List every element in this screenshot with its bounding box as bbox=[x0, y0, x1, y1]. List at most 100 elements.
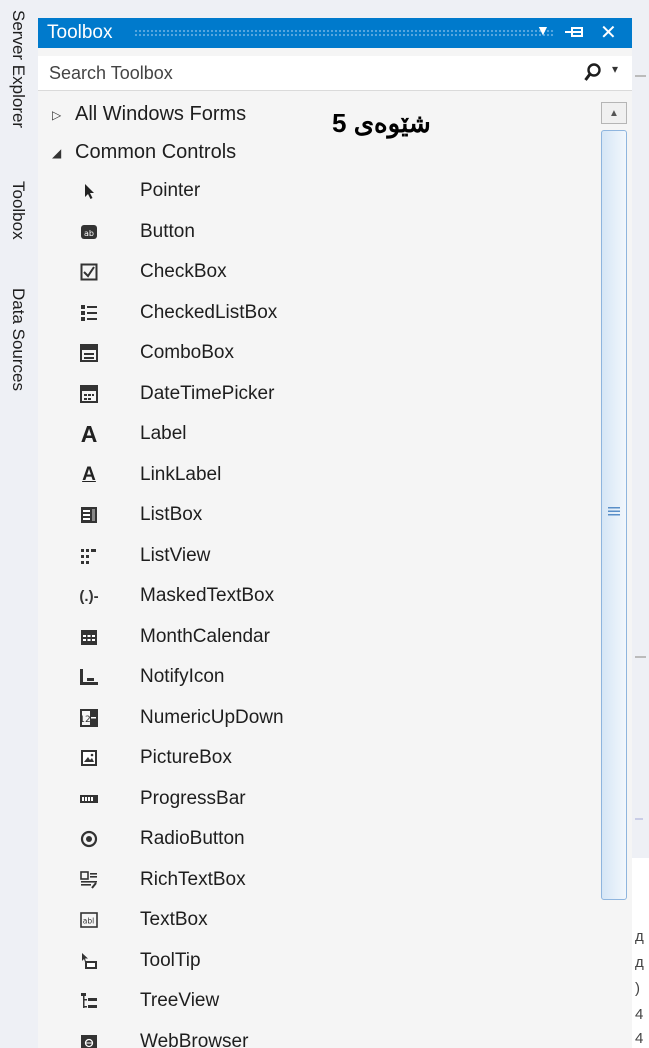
toolbox-item-combobox[interactable]: ComboBox bbox=[38, 334, 596, 375]
item-label: NumericUpDown bbox=[140, 706, 284, 728]
item-label: RichTextBox bbox=[140, 868, 246, 890]
webbrowser-icon bbox=[79, 1032, 99, 1048]
toolbox-item-webbrowser[interactable]: WebBrowser bbox=[38, 1023, 596, 1048]
group-common-controls[interactable]: ◢ Common Controls bbox=[38, 134, 596, 172]
vertical-scrollbar[interactable]: ▲ bbox=[598, 96, 630, 1048]
checkbox-icon bbox=[79, 262, 99, 282]
code-fragment: ) bbox=[635, 980, 640, 997]
toolbox-title: Toolbox bbox=[47, 22, 113, 43]
group-all-windows-forms[interactable]: ▷ All Windows Forms bbox=[38, 96, 596, 134]
code-fragment: 4 bbox=[635, 1006, 644, 1023]
toolbox-titlebar[interactable]: Toolbox ▼ ✕ bbox=[38, 18, 632, 48]
item-label: ProgressBar bbox=[140, 787, 246, 809]
toolbox-list: ▷ All Windows Forms ◢ Common Controls Po… bbox=[38, 96, 596, 1048]
toolbox-item-numericupdown[interactable]: 12 NumericUpDown bbox=[38, 699, 596, 740]
pointer-icon bbox=[79, 181, 99, 201]
linklabel-icon: A bbox=[82, 463, 96, 485]
toolbox-item-checkbox[interactable]: CheckBox bbox=[38, 253, 596, 294]
item-label: ListView bbox=[140, 544, 211, 566]
item-label: Pointer bbox=[140, 180, 201, 201]
side-tab-server-explorer[interactable]: Server Explorer bbox=[8, 10, 28, 128]
toolbox-item-treeview[interactable]: TreeView bbox=[38, 982, 596, 1023]
toolbox-item-monthcalendar[interactable]: MonthCalendar bbox=[38, 618, 596, 659]
item-label: MonthCalendar bbox=[140, 625, 270, 647]
window-position-dropdown-icon[interactable]: ▼ bbox=[536, 22, 550, 38]
toolbox-item-richtextbox[interactable]: RichTextBox bbox=[38, 861, 596, 902]
edge-mark bbox=[635, 818, 643, 820]
grip-icon bbox=[608, 507, 620, 516]
toolbox-item-maskedtextbox[interactable]: (.)- MaskedTextBox bbox=[38, 577, 596, 618]
monthcalendar-icon bbox=[79, 627, 99, 647]
figure-annotation: شێوەی 5 bbox=[332, 108, 431, 138]
treeview-icon bbox=[79, 991, 99, 1011]
toolbox-item-notifyicon[interactable]: NotifyIcon bbox=[38, 658, 596, 699]
progressbar-icon bbox=[79, 789, 99, 809]
toolbox-item-linklabel[interactable]: A LinkLabel bbox=[38, 456, 596, 497]
code-fragment: 4 bbox=[635, 1030, 644, 1047]
combobox-icon bbox=[79, 343, 99, 363]
titlebar-grip bbox=[134, 29, 554, 37]
search-icon[interactable] bbox=[584, 63, 602, 83]
toolbox-item-listview[interactable]: ListView bbox=[38, 537, 596, 578]
label-icon: A bbox=[80, 420, 98, 447]
toolbox-item-button[interactable]: ab Button bbox=[38, 213, 596, 254]
item-label: RadioButton bbox=[140, 828, 245, 849]
checkedlistbox-icon bbox=[79, 303, 99, 323]
tooltip-icon bbox=[79, 951, 99, 971]
group-label: All Windows Forms bbox=[75, 103, 247, 125]
richtextbox-icon bbox=[79, 870, 99, 890]
editor-edge-strip: д д ) 4 4 bbox=[632, 0, 649, 1048]
listview-icon bbox=[79, 546, 99, 566]
side-tab-toolbox[interactable]: Toolbox bbox=[8, 181, 28, 240]
button-icon: ab bbox=[79, 222, 99, 242]
collapse-arrow-icon[interactable]: ◢ bbox=[52, 146, 61, 160]
svg-text:ab: ab bbox=[84, 229, 94, 238]
toolbox-item-textbox[interactable]: abl TextBox bbox=[38, 901, 596, 942]
radiobutton-icon bbox=[79, 829, 99, 849]
toolbox-item-picturebox[interactable]: PictureBox bbox=[38, 739, 596, 780]
toolbox-item-listbox[interactable]: ListBox bbox=[38, 496, 596, 537]
editor-code-area: д д ) 4 4 bbox=[632, 858, 649, 1048]
scroll-up-arrow-icon[interactable]: ▲ bbox=[601, 102, 627, 124]
edge-mark bbox=[635, 656, 646, 658]
notifyicon-icon bbox=[79, 667, 99, 687]
edge-mark bbox=[635, 75, 646, 77]
group-label: Common Controls bbox=[75, 141, 237, 163]
item-label: ComboBox bbox=[140, 342, 234, 363]
code-fragment: д bbox=[635, 928, 644, 945]
item-label: Button bbox=[140, 220, 195, 242]
toolbox-item-checkedlistbox[interactable]: CheckedListBox bbox=[38, 294, 596, 335]
scroll-thumb[interactable] bbox=[601, 130, 627, 900]
toolbox-item-pointer[interactable]: Pointer bbox=[38, 172, 596, 213]
item-label: PictureBox bbox=[140, 747, 232, 768]
expand-arrow-icon[interactable]: ▷ bbox=[52, 108, 61, 122]
textbox-icon: abl bbox=[79, 910, 99, 930]
item-label: MaskedTextBox bbox=[140, 585, 275, 606]
item-label: NotifyIcon bbox=[140, 666, 225, 687]
search-options-dropdown-icon[interactable]: ▾ bbox=[612, 62, 618, 76]
close-icon[interactable]: ✕ bbox=[600, 20, 617, 45]
toolbox-item-label[interactable]: A Label bbox=[38, 415, 596, 456]
toolbox-item-datetimepicker[interactable]: DateTimePicker bbox=[38, 375, 596, 416]
numericupdown-icon: 12 bbox=[79, 708, 99, 728]
listbox-icon bbox=[79, 505, 99, 525]
item-label: LinkLabel bbox=[140, 463, 222, 485]
side-tab-data-sources[interactable]: Data Sources bbox=[8, 288, 28, 391]
item-label: CheckedListBox bbox=[140, 301, 278, 323]
item-label: TreeView bbox=[140, 990, 220, 1011]
svg-text:abl: abl bbox=[83, 917, 94, 926]
code-fragment: д bbox=[635, 954, 644, 971]
toolbox-panel: Toolbox ▼ ✕ ▾ ▷ All Windows Forms ◢ Comm… bbox=[38, 18, 632, 1048]
datetimepicker-icon bbox=[79, 384, 99, 404]
item-label: DateTimePicker bbox=[140, 382, 275, 404]
toolbox-item-radiobutton[interactable]: RadioButton bbox=[38, 820, 596, 861]
item-label: ListBox bbox=[140, 504, 203, 525]
search-bar: ▾ bbox=[38, 56, 632, 91]
toolbox-item-tooltip[interactable]: ToolTip bbox=[38, 942, 596, 983]
pin-icon[interactable] bbox=[563, 19, 585, 48]
search-input[interactable] bbox=[47, 59, 571, 87]
toolbox-item-progressbar[interactable]: ProgressBar bbox=[38, 780, 596, 821]
item-label: Label bbox=[140, 423, 187, 444]
picturebox-icon bbox=[79, 748, 99, 768]
maskedtextbox-icon: (.)- bbox=[79, 587, 99, 605]
